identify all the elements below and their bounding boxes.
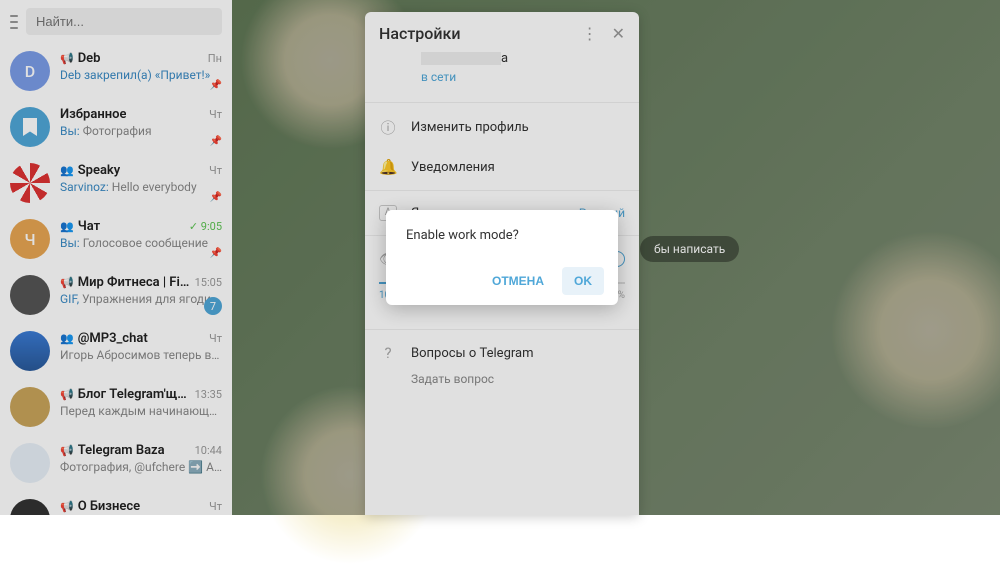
confirm-modal: Enable work mode? ОТМЕНА OK bbox=[386, 210, 618, 305]
modal-message: Enable work mode? bbox=[400, 228, 604, 243]
cancel-button[interactable]: ОТМЕНА bbox=[480, 267, 556, 295]
ok-button[interactable]: OK bbox=[562, 267, 604, 295]
